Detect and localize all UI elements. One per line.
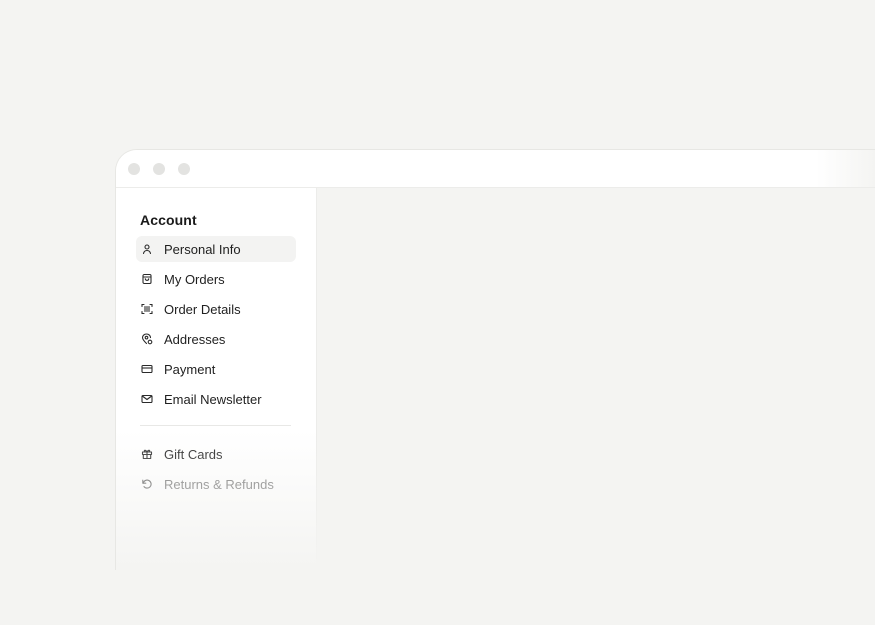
- sidebar-item-label: Order Details: [164, 301, 241, 317]
- shopping-bag-icon: [141, 273, 153, 285]
- sidebar-item-personal-info[interactable]: Personal Info: [136, 236, 296, 262]
- sidebar-item-email-newsletter[interactable]: Email Newsletter: [136, 386, 296, 412]
- gift-icon: [141, 448, 153, 460]
- sidebar-item-label: My Orders: [164, 271, 225, 287]
- sidebar-item-label: Personal Info: [164, 241, 241, 257]
- account-sidebar: Account Personal Info My Orders Order De…: [116, 188, 317, 570]
- sidebar-item-gift-cards[interactable]: Gift Cards: [136, 441, 296, 467]
- sidebar-item-label: Gift Cards: [164, 446, 223, 462]
- window-maximize-button[interactable]: [178, 163, 190, 175]
- account-nav: Personal Info My Orders Order Details Ad…: [136, 236, 296, 416]
- window-close-button[interactable]: [128, 163, 140, 175]
- window-minimize-button[interactable]: [153, 163, 165, 175]
- window-titlebar: [116, 150, 875, 188]
- sidebar-section-title: Account: [140, 212, 197, 228]
- sidebar-item-order-details[interactable]: Order Details: [136, 296, 296, 322]
- sidebar-item-my-orders[interactable]: My Orders: [136, 266, 296, 292]
- sidebar-item-label: Addresses: [164, 331, 226, 347]
- secondary-nav: Gift Cards Returns & Refunds: [136, 441, 296, 501]
- sidebar-item-payment[interactable]: Payment: [136, 356, 296, 382]
- barcode-scan-icon: [141, 303, 153, 315]
- app-window: Account Personal Info My Orders Order De…: [115, 149, 875, 570]
- sidebar-item-addresses[interactable]: Addresses: [136, 326, 296, 352]
- sidebar-item-label: Returns & Refunds: [164, 476, 274, 492]
- mail-icon: [141, 393, 153, 405]
- main-content-area: [317, 188, 875, 570]
- sidebar-item-label: Payment: [164, 361, 216, 377]
- sidebar-item-label: Email Newsletter: [164, 391, 262, 407]
- sidebar-divider: [140, 425, 291, 426]
- user-icon: [141, 243, 153, 255]
- return-icon: [141, 478, 153, 490]
- sidebar-item-returns-refunds[interactable]: Returns & Refunds: [136, 471, 296, 497]
- credit-card-icon: [141, 363, 153, 375]
- location-pin-icon: [141, 333, 153, 345]
